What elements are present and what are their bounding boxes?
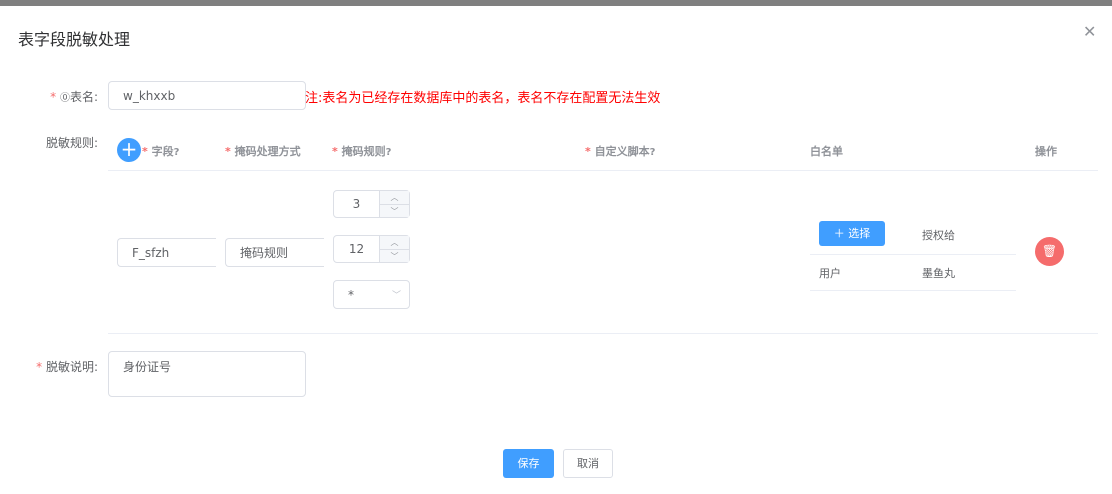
col-whitelist: 白名单 <box>810 145 843 158</box>
col-action: 操作 <box>1035 145 1057 158</box>
col-mask-method: * 掩码处理方式 <box>225 145 301 158</box>
divider <box>810 254 1016 255</box>
col-mask-rule: * 掩码规则? <box>332 145 392 158</box>
col-custom-script: * 自定义脚本? <box>585 145 656 158</box>
start-stepper[interactable]: 3 ︿ ﹀ <box>333 190 410 218</box>
divider <box>810 290 1016 291</box>
decrease-icon[interactable]: ﹀ <box>380 250 409 263</box>
save-button[interactable]: 保存 <box>503 449 554 478</box>
whitelist-name: 墨鱼丸 <box>922 267 955 280</box>
chevron-down-icon: ﹀ <box>391 291 401 301</box>
field-input[interactable]: F_sfzh <box>117 238 216 267</box>
row-divider <box>108 333 1098 334</box>
top-bar <box>0 0 1112 6</box>
grant-header: 授权给 <box>922 229 955 242</box>
trash-icon: 🗑 <box>1041 244 1058 258</box>
table-name-label: * ⓪表名: <box>50 90 98 104</box>
increase-icon[interactable]: ︿ <box>380 191 409 205</box>
end-stepper[interactable]: 12 ︿ ﹀ <box>333 235 410 263</box>
add-rule-button[interactable]: + <box>117 138 141 162</box>
decrease-icon[interactable]: ﹀ <box>380 205 409 218</box>
table-name-note: 注:表名为已经存在数据库中的表名，表名不存在配置无法生效 <box>305 91 661 106</box>
dialog-title: 表字段脱敏处理 <box>18 30 131 49</box>
cancel-button[interactable]: 取消 <box>563 449 613 478</box>
rules-label: 脱敏规则: <box>45 136 98 150</box>
mask-char-select[interactable]: * ﹀ <box>333 280 410 309</box>
description-textarea[interactable]: 身份证号 <box>108 351 306 397</box>
increase-icon[interactable]: ︿ <box>380 236 409 250</box>
description-label: * 脱敏说明: <box>36 360 98 374</box>
mask-method-input[interactable]: 掩码规则 <box>225 238 324 267</box>
plus-icon: ＋ <box>833 227 845 240</box>
header-divider <box>108 170 1098 171</box>
table-name-input[interactable]: w_khxxb <box>108 81 306 110</box>
col-field: * 字段? <box>142 145 180 158</box>
whitelist-type: 用户 <box>819 267 841 280</box>
close-icon[interactable]: ✕ <box>1083 22 1096 41</box>
delete-rule-button[interactable]: 🗑 <box>1035 237 1064 266</box>
select-whitelist-button[interactable]: ＋ 选择 <box>819 221 885 246</box>
help-icon: ⓪ <box>59 93 70 104</box>
